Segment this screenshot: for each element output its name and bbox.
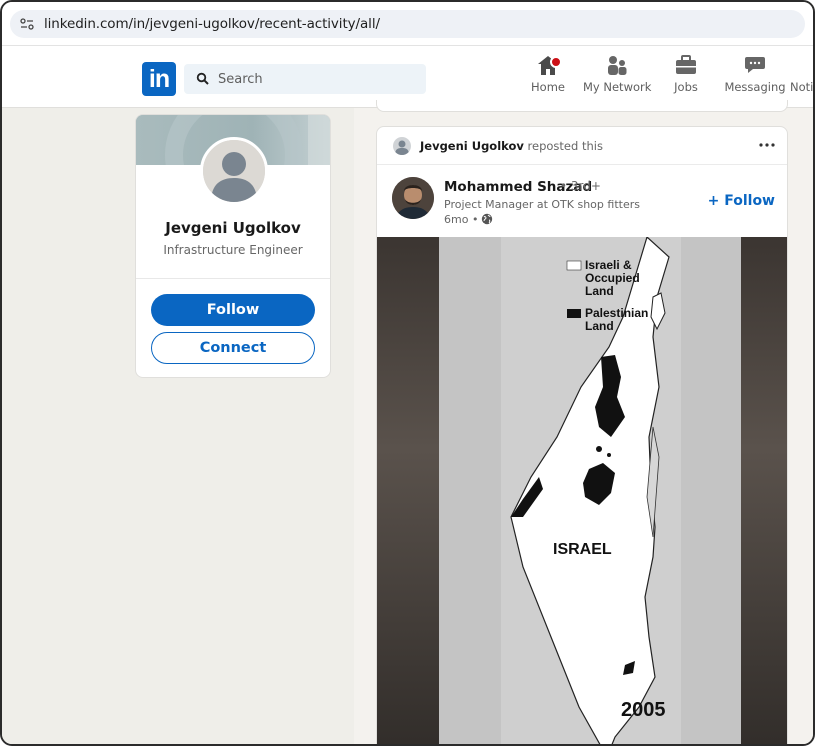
- repost-header: Jevgeni Ugolkov reposted this: [377, 127, 787, 165]
- search-input[interactable]: [218, 64, 418, 94]
- connect-button[interactable]: Connect: [151, 332, 315, 364]
- reposter-name[interactable]: Jevgeni Ugolkov: [420, 139, 524, 153]
- nav-notifications[interactable]: Noti: [790, 54, 814, 106]
- follow-author-button[interactable]: + Follow: [708, 193, 775, 209]
- connection-degree: • 3rd+: [560, 179, 601, 193]
- author-headline: Project Manager at OTK shop fitters: [444, 198, 640, 211]
- legend-israeli: Israeli & Occupied Land: [585, 258, 640, 298]
- nav-notifications-label: Noti: [790, 80, 814, 94]
- linkedin-navbar: in Home My Network: [2, 46, 813, 108]
- map-label-israel: ISRAEL: [553, 541, 612, 558]
- post-video[interactable]: Israeli & Occupied Land Palestinian Land…: [377, 237, 787, 744]
- search-box[interactable]: [184, 64, 426, 94]
- site-settings-icon[interactable]: [20, 18, 34, 30]
- reposter-avatar[interactable]: [393, 137, 411, 155]
- notification-badge: [550, 56, 562, 68]
- nav-messaging[interactable]: Messaging: [724, 54, 786, 106]
- url-text[interactable]: linkedin.com/in/jevgeni-ugolkov/recent-a…: [44, 16, 380, 32]
- nav-home[interactable]: Home: [528, 54, 568, 106]
- post-time: 6mo •: [444, 213, 479, 226]
- nav-jobs[interactable]: Jobs: [666, 54, 706, 106]
- people-icon: [608, 56, 627, 75]
- repost-suffix: reposted this: [527, 139, 603, 153]
- map-year: 2005: [621, 699, 666, 721]
- previous-post-card: [376, 100, 788, 112]
- browser-window: linkedin.com/in/jevgeni-ugolkov/recent-a…: [0, 0, 815, 746]
- profile-title: Infrastructure Engineer: [163, 243, 303, 257]
- author-avatar[interactable]: [392, 177, 434, 219]
- globe-icon: [481, 213, 493, 225]
- divider: [136, 278, 330, 279]
- message-icon: [745, 57, 765, 73]
- search-icon: [196, 72, 209, 85]
- nav-my-network[interactable]: My Network: [583, 54, 651, 106]
- avatar[interactable]: [200, 137, 268, 205]
- post-card: Jevgeni Ugolkov reposted this Mohammed S…: [376, 126, 788, 744]
- nav-jobs-label: Jobs: [674, 80, 698, 94]
- left-sidebar: Jevgeni Ugolkov Infrastructure Engineer …: [2, 108, 354, 744]
- nav-my-network-label: My Network: [583, 80, 652, 94]
- briefcase-icon: [676, 55, 696, 74]
- linkedin-logo[interactable]: in: [142, 62, 176, 96]
- url-field[interactable]: linkedin.com/in/jevgeni-ugolkov/recent-a…: [10, 10, 805, 38]
- profile-name[interactable]: Jevgeni Ugolkov: [136, 219, 330, 237]
- follow-button[interactable]: Follow: [151, 294, 315, 326]
- repost-text: Jevgeni Ugolkov reposted this: [420, 139, 603, 153]
- legend-palestinian: Palestinian Land: [585, 306, 649, 333]
- nav-home-label: Home: [531, 80, 565, 94]
- feed: Jevgeni Ugolkov reposted this Mohammed S…: [354, 100, 813, 744]
- profile-card: Jevgeni Ugolkov Infrastructure Engineer …: [135, 114, 331, 378]
- nav-messaging-label: Messaging: [724, 80, 786, 94]
- address-bar: linkedin.com/in/jevgeni-ugolkov/recent-a…: [2, 2, 813, 46]
- more-options-icon[interactable]: [757, 137, 777, 153]
